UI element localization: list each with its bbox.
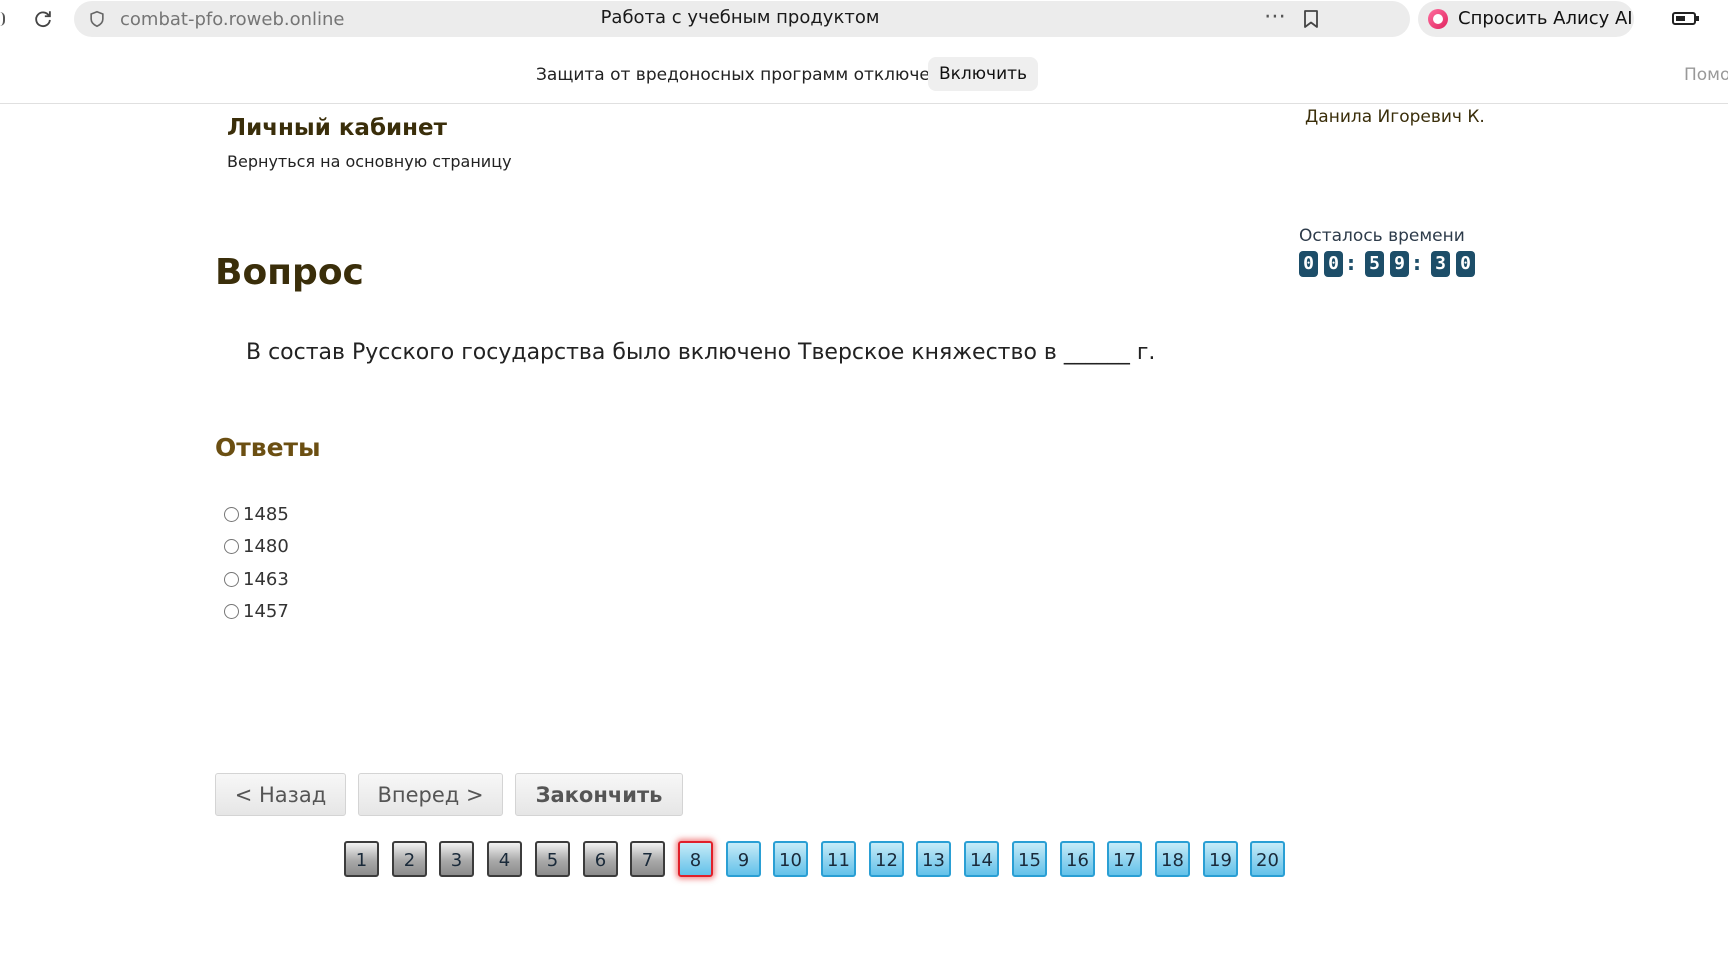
question-text: В состав Русского государства было включ… [246,340,1156,365]
shield-icon[interactable] [88,10,106,28]
page-button-10[interactable]: 10 [773,841,808,877]
answer-label[interactable]: 1480 [243,536,289,557]
answer-options: 1485 1480 1463 1457 [222,498,289,628]
page-button-6[interactable]: 6 [583,841,618,877]
answer-label[interactable]: 1463 [243,569,289,590]
answer-radio[interactable] [224,506,239,522]
more-icon[interactable]: ⋯ [1264,4,1287,29]
page-button-1[interactable]: 1 [344,841,379,877]
page-button-15[interactable]: 15 [1012,841,1047,877]
timer-digit: 0 [1299,251,1318,277]
countdown-timer: 0 0 : 5 9 : 3 0 [1299,251,1475,277]
help-link[interactable]: Помо [1684,65,1728,85]
page-button-2[interactable]: 2 [392,841,427,877]
answer-radio[interactable] [224,539,239,555]
notice-text: Защита от вредоносных программ отключена [536,65,952,85]
page-button-18[interactable]: 18 [1155,841,1190,877]
answer-radio[interactable] [224,604,239,620]
cabinet-title[interactable]: Личный кабинет [227,115,447,141]
page-button-12[interactable]: 12 [869,841,904,877]
answer-option[interactable]: 1480 [222,531,289,564]
security-notice-bar: Защита от вредоносных программ отключена… [0,38,1728,104]
timer-separator: : [1347,251,1355,275]
answer-option[interactable]: 1485 [222,498,289,531]
page-button-13[interactable]: 13 [916,841,951,877]
timer-digit: 3 [1431,251,1450,277]
alisa-label: Спросить Алису AI [1458,8,1633,29]
browser-toolbar: combat-pfo.roweb.online Работа с учебным… [0,0,1728,38]
back-to-main-link[interactable]: Вернуться на основную страницу [227,152,512,171]
forward-button[interactable]: Вперед > [358,773,503,816]
alisa-icon [1428,9,1448,29]
answer-option[interactable]: 1457 [222,596,289,629]
timer-digit: 0 [1324,251,1343,277]
page-button-8[interactable]: 8 [678,841,713,877]
answer-label[interactable]: 1485 [243,504,289,525]
page-button-20[interactable]: 20 [1250,841,1285,877]
page-button-4[interactable]: 4 [487,841,522,877]
page-button-3[interactable]: 3 [439,841,474,877]
timer-digit: 9 [1390,251,1409,277]
timer-separator: : [1413,251,1421,275]
question-heading: Вопрос [215,252,364,293]
timer-digit: 5 [1365,251,1384,277]
answer-option[interactable]: 1463 [222,563,289,596]
page-button-16[interactable]: 16 [1060,841,1095,877]
url-text[interactable]: combat-pfo.roweb.online [120,9,345,30]
page-button-19[interactable]: 19 [1203,841,1238,877]
page-button-17[interactable]: 17 [1107,841,1142,877]
enable-protection-button[interactable]: Включить [928,57,1038,91]
page-button-5[interactable]: 5 [535,841,570,877]
answer-radio[interactable] [224,571,239,587]
reload-icon[interactable] [32,8,54,30]
bookmark-icon[interactable] [1302,9,1320,29]
page-button-9[interactable]: 9 [726,841,761,877]
answer-label[interactable]: 1457 [243,601,289,622]
timer-digit: 0 [1456,251,1475,277]
time-left-label: Осталось времени [1299,226,1465,246]
page-button-11[interactable]: 11 [821,841,856,877]
back-button[interactable]: < Назад [215,773,346,816]
alisa-button[interactable]: Спросить Алису AI [1418,1,1634,37]
user-name: Данила Игоревич К. [1305,107,1485,127]
page-title: Работа с учебным продуктом [600,7,880,28]
finish-button[interactable]: Закончить [515,773,683,816]
battery-icon [1672,12,1699,25]
page-button-14[interactable]: 14 [964,841,999,877]
answers-heading: Ответы [215,433,321,462]
sidebar-edge-icon[interactable] [0,12,5,26]
page-button-7[interactable]: 7 [630,841,665,877]
